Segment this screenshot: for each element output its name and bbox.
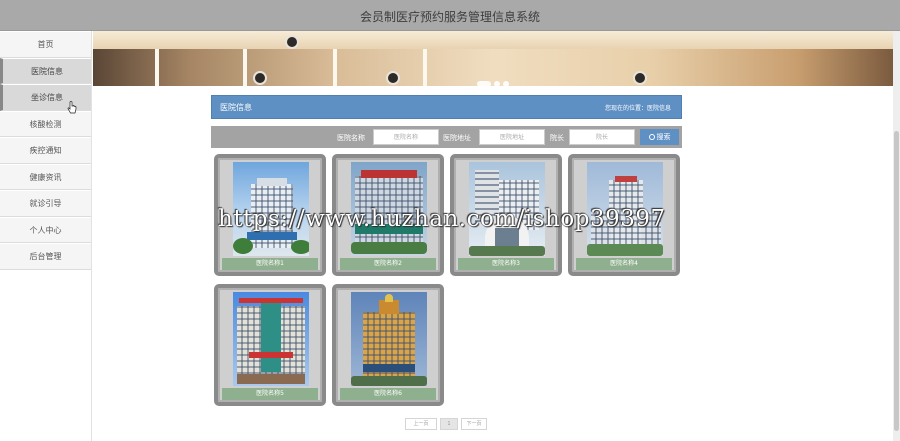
top-header: 会员制医疗预约服务管理信息系统 [0, 0, 900, 31]
hospital-name-caption: 医院名称4 [576, 258, 672, 270]
page-scrollbar[interactable] [893, 31, 900, 441]
sidebar-item-health-news[interactable]: 健康资讯 [0, 163, 91, 190]
sidebar-item-hospital-info[interactable]: 医院信息 [0, 57, 91, 84]
hospital-card[interactable]: 医院名称6 [332, 284, 444, 406]
sidebar-item-clinic-info[interactable]: 坐诊信息 [0, 84, 91, 111]
next-page-button[interactable]: 下一页 [461, 418, 487, 430]
watermark-text: https://www.huzhan.com/ishop39397 [218, 206, 666, 232]
hospital-name-caption: 医院名称6 [340, 388, 436, 400]
breadcrumb: 您现在的位置：医院信息 [604, 105, 671, 112]
hospital-address-input[interactable] [479, 129, 545, 145]
sidebar-item-admin[interactable]: 后台管理 [0, 243, 91, 270]
hospital-address-label: 医院地址 [443, 134, 471, 142]
hospital-name-caption: 医院名称1 [222, 258, 318, 270]
hospital-photo [233, 292, 309, 386]
sidebar-item-personal-center[interactable]: 个人中心 [0, 216, 91, 243]
hospital-name-caption: 医院名称3 [458, 258, 554, 270]
sidebar-nav: 首页 医院信息 坐诊信息 核酸检测 疾控通知 健康资讯 就诊引导 个人中心 后台… [0, 31, 92, 441]
sidebar-item-home[interactable]: 首页 [0, 31, 91, 58]
search-button[interactable]: 搜索 [640, 129, 679, 145]
carousel-dot-3[interactable] [503, 81, 509, 86]
banner-carousel[interactable] [93, 31, 894, 86]
hospital-name-label: 医院名称 [337, 134, 365, 142]
hospital-photo [351, 292, 427, 386]
search-icon [648, 134, 655, 140]
banner-ceiling [93, 31, 894, 49]
director-input[interactable] [569, 129, 635, 145]
section-title: 医院信息 [220, 103, 252, 112]
director-label: 院长 [550, 134, 564, 142]
hospital-name-input[interactable] [373, 129, 439, 145]
hospital-name-caption: 医院名称2 [340, 258, 436, 270]
hand-cursor-icon [67, 101, 77, 114]
carousel-dot-1[interactable] [477, 81, 491, 86]
section-header: 医院信息 您现在的位置：医院信息 [211, 95, 682, 119]
carousel-dot-2[interactable] [494, 81, 500, 86]
scrollbar-thumb[interactable] [894, 131, 899, 431]
banner-chair [386, 71, 400, 85]
hospital-card[interactable]: 医院名称5 [214, 284, 326, 406]
sidebar-item-visit-guide[interactable]: 就诊引导 [0, 190, 91, 217]
sidebar-item-nucleic-test[interactable]: 核酸检测 [0, 110, 91, 137]
banner-chair [253, 71, 267, 85]
search-bar: 医院名称 医院地址 院长 [211, 126, 682, 148]
hospital-name-caption: 医院名称5 [222, 388, 318, 400]
carousel-indicators [477, 72, 512, 86]
sidebar-item-cdc-notice[interactable]: 疾控通知 [0, 137, 91, 164]
banner-lamp [285, 35, 299, 49]
page-number-1[interactable]: 1 [440, 418, 458, 430]
banner-chair [633, 71, 647, 85]
prev-page-button[interactable]: 上一页 [405, 418, 437, 430]
system-title: 会员制医疗预约服务管理信息系统 [359, 10, 540, 24]
